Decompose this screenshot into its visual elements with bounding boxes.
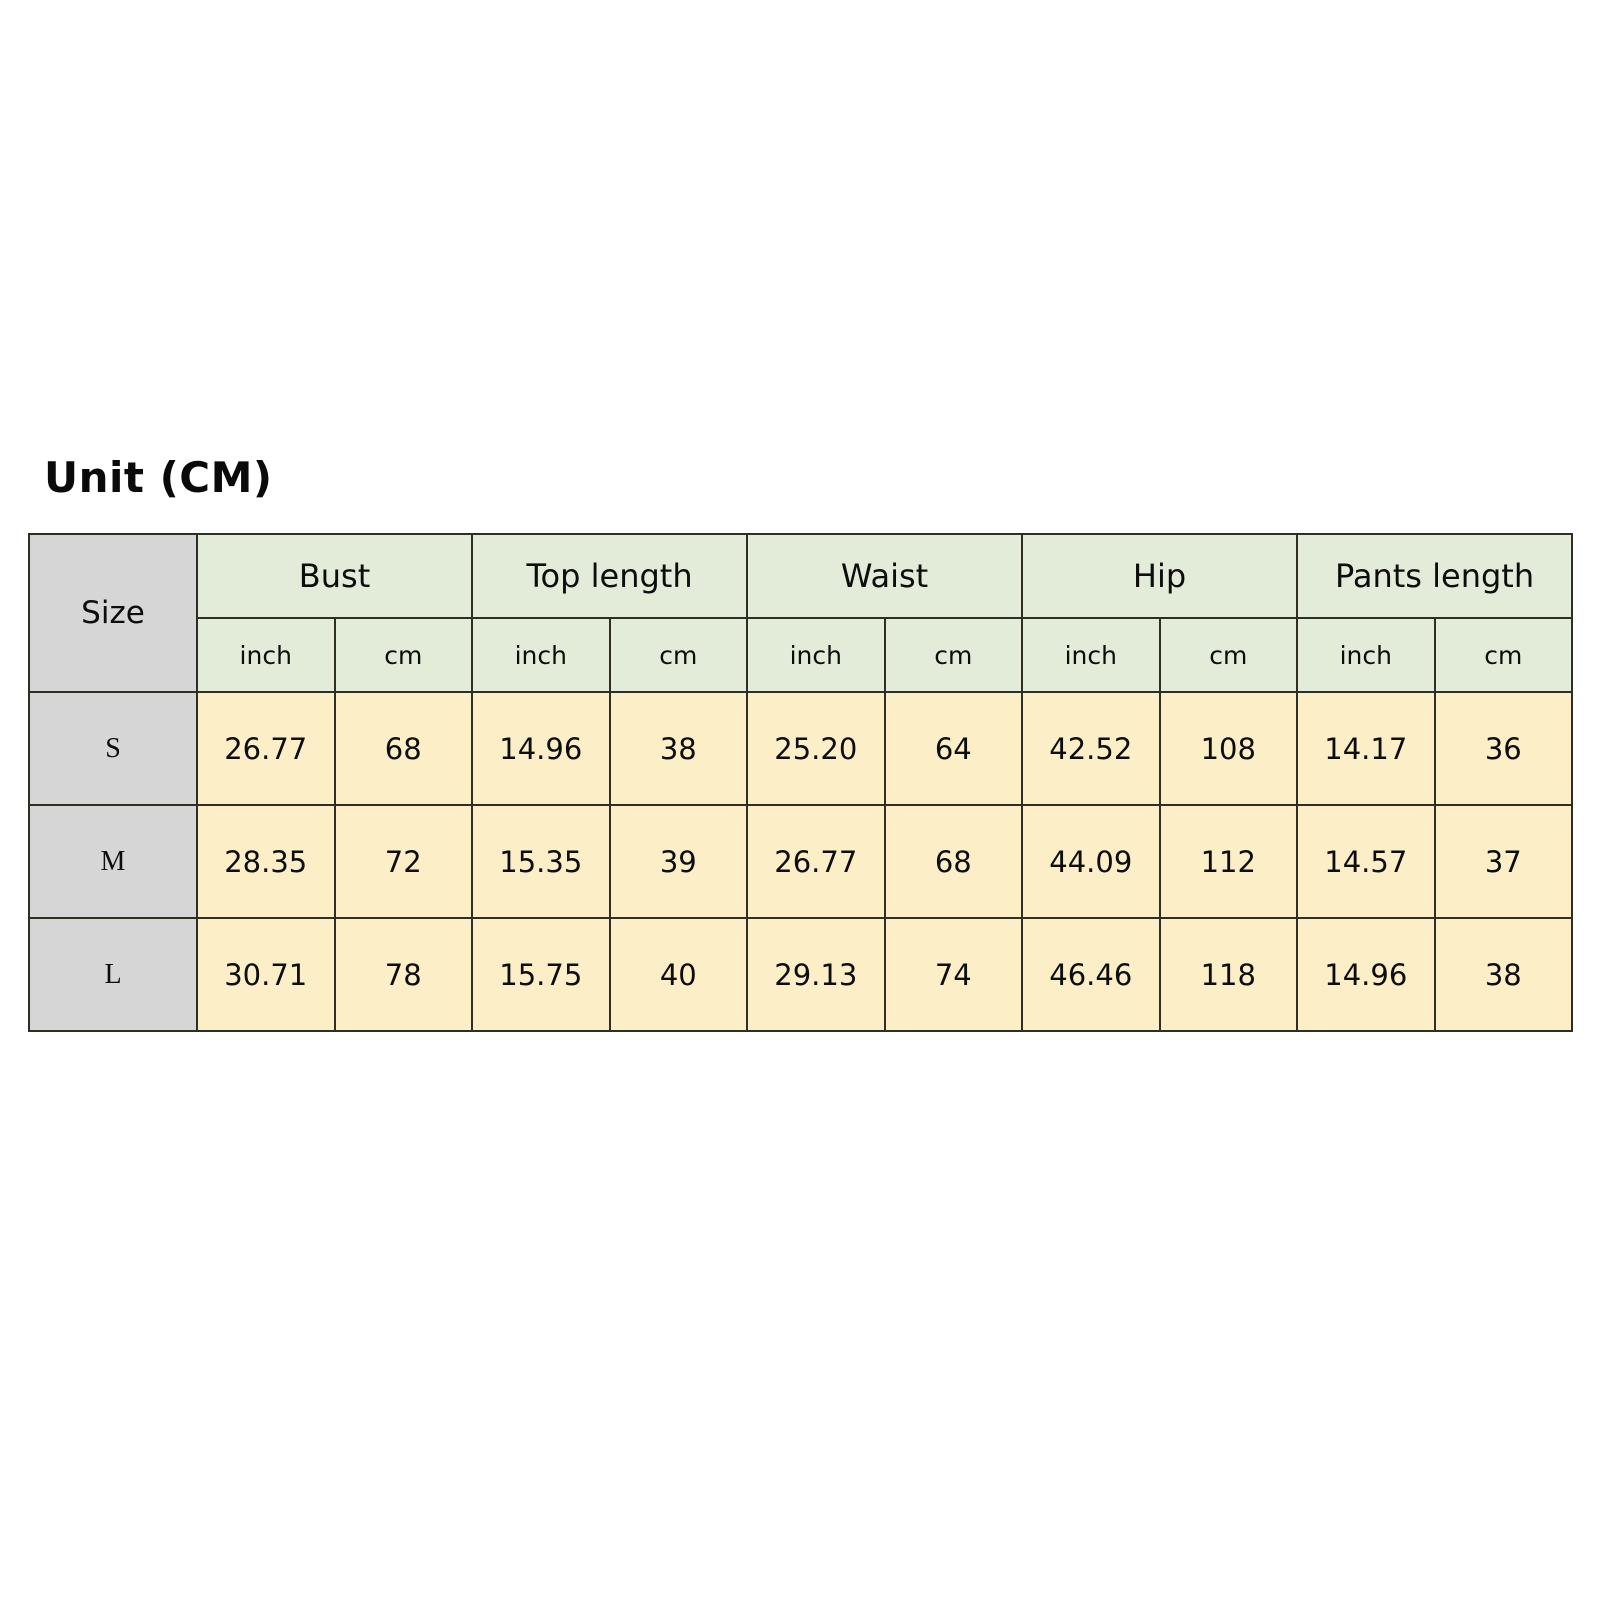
cell-bust-inch: 28.35 xyxy=(196,804,336,919)
size-chart-page: Unit (CM) Size Bust Top length Waist Hip… xyxy=(0,0,1600,1600)
cell-waist-inch: 26.77 xyxy=(746,804,886,919)
cell-top-length-inch: 15.75 xyxy=(471,917,611,1032)
table-row: L 30.71 78 15.75 40 29.13 74 46.46 118 1… xyxy=(28,917,1574,1032)
header-group-bust: Bust xyxy=(195,533,474,619)
cell-hip-cm: 112 xyxy=(1158,804,1299,919)
cell-waist-cm: 64 xyxy=(883,691,1024,806)
cell-pants-length-cm: 36 xyxy=(1433,691,1574,806)
cell-top-length-cm: 38 xyxy=(608,691,749,806)
cell-hip-cm: 118 xyxy=(1158,917,1299,1032)
header-unit-waist-cm: cm xyxy=(883,617,1024,693)
cell-hip-inch: 44.09 xyxy=(1021,804,1161,919)
header-unit-bust-cm: cm xyxy=(333,617,474,693)
cell-top-length-cm: 40 xyxy=(608,917,749,1032)
cell-pants-length-cm: 37 xyxy=(1433,804,1574,919)
cell-bust-cm: 72 xyxy=(333,804,474,919)
cell-pants-length-inch: 14.57 xyxy=(1296,804,1436,919)
cell-waist-inch: 29.13 xyxy=(746,917,886,1032)
header-unit-hip-cm: cm xyxy=(1158,617,1299,693)
cell-bust-cm: 78 xyxy=(333,917,474,1032)
cell-top-length-inch: 15.35 xyxy=(471,804,611,919)
cell-bust-inch: 30.71 xyxy=(196,917,336,1032)
cell-pants-length-cm: 38 xyxy=(1433,917,1574,1032)
cell-waist-cm: 68 xyxy=(883,804,1024,919)
row-size-label: S xyxy=(28,691,198,806)
table-row: S 26.77 68 14.96 38 25.20 64 42.52 108 1… xyxy=(28,691,1574,806)
cell-bust-inch: 26.77 xyxy=(196,691,336,806)
table-header: Size Bust Top length Waist Hip Pants len… xyxy=(28,533,1574,693)
cell-bust-cm: 68 xyxy=(333,691,474,806)
cell-hip-inch: 42.52 xyxy=(1021,691,1161,806)
row-size-label: L xyxy=(28,917,198,1032)
header-group-hip: Hip xyxy=(1021,533,1299,619)
header-size: Size xyxy=(28,533,198,693)
header-group-waist: Waist xyxy=(746,533,1024,619)
header-group-pants-length: Pants length xyxy=(1296,533,1574,619)
header-group-row: Size Bust Top length Waist Hip Pants len… xyxy=(28,533,1574,693)
header-group-top-length: Top length xyxy=(471,533,749,619)
cell-pants-length-inch: 14.17 xyxy=(1296,691,1436,806)
cell-hip-cm: 108 xyxy=(1158,691,1299,806)
table-body: S 26.77 68 14.96 38 25.20 64 42.52 108 1… xyxy=(28,691,1574,1032)
cell-top-length-cm: 39 xyxy=(608,804,749,919)
table-row: M 28.35 72 15.35 39 26.77 68 44.09 112 1… xyxy=(28,804,1574,919)
header-unit-waist-inch: inch xyxy=(746,617,886,693)
header-unit-top-length-inch: inch xyxy=(471,617,611,693)
header-unit-row: inch cm inch cm inch cm inch cm inch cm xyxy=(29,617,1574,693)
header-unit-top-length-cm: cm xyxy=(608,617,749,693)
header-unit-pants-length-cm: cm xyxy=(1433,617,1574,693)
cell-top-length-inch: 14.96 xyxy=(471,691,611,806)
header-unit-bust-inch: inch xyxy=(196,617,336,693)
cell-hip-inch: 46.46 xyxy=(1021,917,1161,1032)
size-chart-table-container: Size Bust Top length Waist Hip Pants len… xyxy=(28,533,1574,1032)
cell-pants-length-inch: 14.96 xyxy=(1296,917,1436,1032)
cell-waist-cm: 74 xyxy=(883,917,1024,1032)
row-size-label: M xyxy=(28,804,198,919)
header-unit-pants-length-inch: inch xyxy=(1296,617,1436,693)
size-chart-table: Size Bust Top length Waist Hip Pants len… xyxy=(28,533,1574,1032)
header-unit-hip-inch: inch xyxy=(1021,617,1161,693)
cell-waist-inch: 25.20 xyxy=(746,691,886,806)
page-title: Unit (CM) xyxy=(44,453,273,502)
